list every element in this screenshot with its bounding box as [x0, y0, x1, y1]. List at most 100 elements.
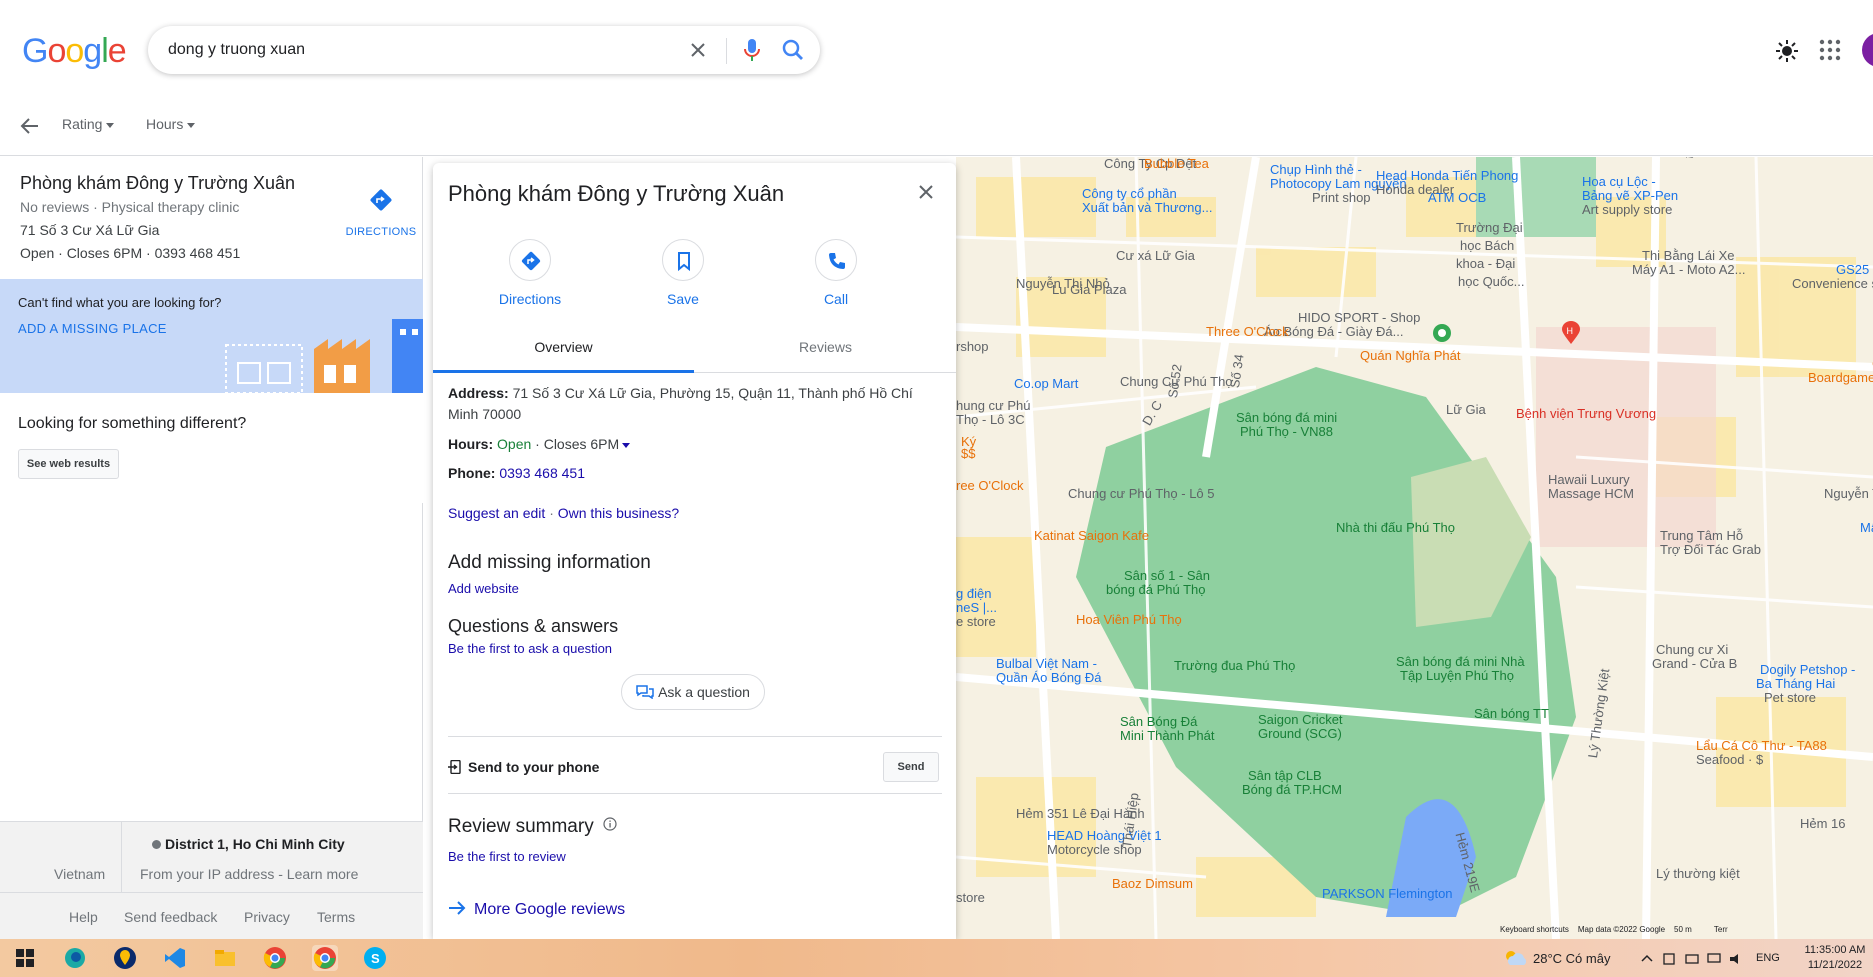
weather-label[interactable]: 28°C Có mây	[1533, 951, 1610, 966]
map-place-label[interactable]: Quần Áo Bóng Đá	[996, 671, 1102, 685]
ip-learn-more-link[interactable]: From your IP address - Learn more	[140, 866, 358, 882]
map-place-label[interactable]: học Bách	[1460, 239, 1514, 253]
clock[interactable]: 11:35:00 AM 11/21/2022	[1800, 943, 1870, 973]
map-place-label[interactable]: store	[956, 891, 985, 905]
add-website-link[interactable]: Add website	[448, 581, 519, 596]
map-place-label[interactable]: Lý thường kiệt	[1656, 867, 1740, 881]
map-place-label[interactable]: Bulbal Việt Nam -	[996, 657, 1097, 671]
send-feedback-link[interactable]: Send feedback	[124, 909, 217, 925]
map-place-label[interactable]: Bệnh viện Trưng Vương	[1516, 407, 1656, 421]
search-icon[interactable]	[780, 37, 806, 63]
clear-icon[interactable]	[686, 38, 710, 62]
map-terms-link[interactable]: Terr	[1714, 925, 1728, 934]
map-place-label[interactable]: Seafood · $	[1696, 753, 1763, 767]
map-place-label[interactable]: Art supply store	[1582, 203, 1672, 217]
tab-overview[interactable]: Overview	[433, 323, 694, 373]
suggest-edit-link[interactable]: Suggest an edit	[448, 505, 545, 521]
map-place-label[interactable]: Three O'Clock	[1206, 325, 1289, 339]
map-place-label[interactable]: rshop	[956, 340, 989, 354]
info-icon[interactable]	[603, 817, 617, 831]
map-place-label[interactable]: e store	[956, 615, 996, 629]
see-web-results-button[interactable]: See web results	[18, 449, 119, 479]
map-place-label[interactable]: Lữ Gia	[1446, 403, 1486, 417]
map-place-label[interactable]: HIDO SPORT - Shop	[1298, 311, 1420, 325]
hours-filter-chip[interactable]: Hours	[146, 116, 196, 132]
help-link[interactable]: Help	[69, 909, 98, 925]
map-place-label[interactable]: Trợ Đối Tác Grab	[1660, 543, 1761, 557]
input-language-label[interactable]: ENG	[1756, 952, 1780, 964]
keyboard-shortcuts-link[interactable]: Keyboard shortcuts	[1500, 925, 1569, 934]
map-place-label[interactable]: Baoz Dimsum	[1112, 877, 1193, 891]
save-button[interactable]: Save	[638, 239, 728, 307]
map-place-label[interactable]: Grand - Cửa B	[1652, 657, 1737, 671]
map-place-label[interactable]: Sân số 1 - Sân	[1124, 569, 1210, 583]
map-place-label[interactable]: Sân bóng đá mini	[1236, 411, 1337, 425]
result-title[interactable]: Phòng khám Đông y Trường Xuân	[20, 173, 295, 194]
map-place-label[interactable]: Mini Thành Phát	[1120, 729, 1214, 743]
map-place-label[interactable]: Convenience store	[1792, 277, 1873, 291]
windows-start-icon[interactable]	[12, 945, 38, 971]
account-avatar[interactable]	[1862, 33, 1873, 67]
map-place-label[interactable]: Phú Thọ - VN88	[1240, 425, 1333, 439]
map-place-label[interactable]: Thọ - Lô 3C	[956, 413, 1025, 427]
map-place-label[interactable]: Head Honda Tiến Phong	[1376, 169, 1518, 183]
map-place-label[interactable]: PARKSON Flemington	[1322, 887, 1453, 901]
tab-reviews[interactable]: Reviews	[695, 323, 956, 373]
map-place-label[interactable]: Boardgame	[1808, 371, 1873, 385]
map-place-label[interactable]: Ground (SCG)	[1258, 727, 1342, 741]
map-place-label[interactable]: học Quốc...	[1458, 275, 1524, 289]
map-place-label[interactable]: Chụp Hình thẻ -	[1270, 163, 1362, 177]
map-place-label[interactable]: Sân bóng TT	[1474, 707, 1549, 721]
own-business-link[interactable]: Own this business?	[558, 505, 679, 521]
map-place-label[interactable]: Trường Đại	[1456, 221, 1523, 235]
map-place-label[interactable]: bóng đá Phú Thọ	[1106, 583, 1206, 597]
map-place-label[interactable]: $$	[961, 447, 975, 461]
apps-grid-icon[interactable]	[1818, 38, 1842, 62]
map-place-label[interactable]: Công ty cổ phần	[1082, 187, 1177, 201]
file-explorer-icon[interactable]	[212, 945, 238, 971]
map-place-label[interactable]: ATM OCB	[1428, 191, 1486, 205]
brightness-icon[interactable]	[1774, 38, 1800, 64]
map-place-label[interactable]: Chung cư Xi	[1656, 643, 1728, 657]
map-place-label[interactable]: Nguyễn Thị Nhỏ	[1016, 277, 1110, 291]
ask-question-button[interactable]: Ask a question	[621, 674, 765, 710]
map-place-label[interactable]: Massage HCM	[1548, 487, 1634, 501]
map-place-label[interactable]: Trường đua Phú Thọ	[1174, 659, 1295, 673]
map-place-label[interactable]: Print shop	[1312, 191, 1371, 205]
map-place-label[interactable]: g điện	[956, 587, 991, 601]
map-place-label[interactable]: Thi Bằng Lái Xe	[1642, 249, 1735, 263]
map-place-label[interactable]: Trung Tâm Hỗ	[1660, 529, 1743, 543]
map-place-label[interactable]: Xuất bản và Thương...	[1082, 201, 1212, 215]
map-place-label[interactable]: Pet store	[1764, 691, 1816, 705]
send-button[interactable]: Send	[883, 752, 939, 782]
first-question-link[interactable]: Be the first to ask a question	[448, 641, 612, 656]
map-place-label[interactable]: Chung cư Phú Thọ - Lô 5	[1068, 487, 1215, 501]
map-place-label[interactable]: Nguyễn T	[1824, 487, 1873, 501]
hours-row[interactable]: Hours: Open · Closes 6PM	[448, 434, 938, 455]
microphone-icon[interactable]	[740, 37, 764, 63]
map-place-label[interactable]: ree O'Clock	[956, 479, 1024, 493]
terms-link[interactable]: Terms	[317, 909, 355, 925]
map-place-label[interactable]: Tập Luyện Phú Thọ	[1400, 669, 1514, 683]
hospital-marker-icon[interactable]: H	[1560, 321, 1582, 345]
map-place-label[interactable]: Sân bóng đá mini Nhà	[1396, 655, 1525, 669]
map-place-label[interactable]: Saigon Cricket	[1258, 713, 1343, 727]
map-place-label[interactable]: HEAD Hoàng Việt 1	[1047, 829, 1162, 843]
map-place-label[interactable]: Lẩu Cá Cô Thư - TA88	[1696, 739, 1827, 753]
map-place-label[interactable]: Sân Bóng Đá	[1120, 715, 1197, 729]
map-place-label[interactable]: Katinat Saigon Kafe	[1034, 529, 1149, 543]
map-place-label[interactable]: Bóng đá TP.HCM	[1242, 783, 1342, 797]
map-place-label[interactable]: Co.op Mart	[1014, 377, 1078, 391]
phone-link[interactable]: 0393 468 451	[499, 465, 585, 481]
map-place-label[interactable]: Ba Tháng Hai	[1756, 677, 1835, 691]
add-missing-place-link[interactable]: ADD A MISSING PLACE	[18, 321, 167, 336]
map-place-label[interactable]: Hoa Viên Phú Thọ	[1076, 613, 1182, 627]
more-reviews-link[interactable]: More Google reviews	[448, 901, 625, 919]
map-place-label[interactable]: Dogily Petshop -	[1760, 663, 1855, 677]
vscode-icon[interactable]	[162, 945, 188, 971]
system-tray-icons[interactable]	[1640, 952, 1750, 966]
map-place-label[interactable]: GS25	[1836, 263, 1869, 277]
map-place-label[interactable]: Hoa cụ Lộc -	[1582, 175, 1656, 189]
map-place-label[interactable]: Hawaii Luxury	[1548, 473, 1630, 487]
directions-button[interactable]: Directions	[485, 239, 575, 307]
